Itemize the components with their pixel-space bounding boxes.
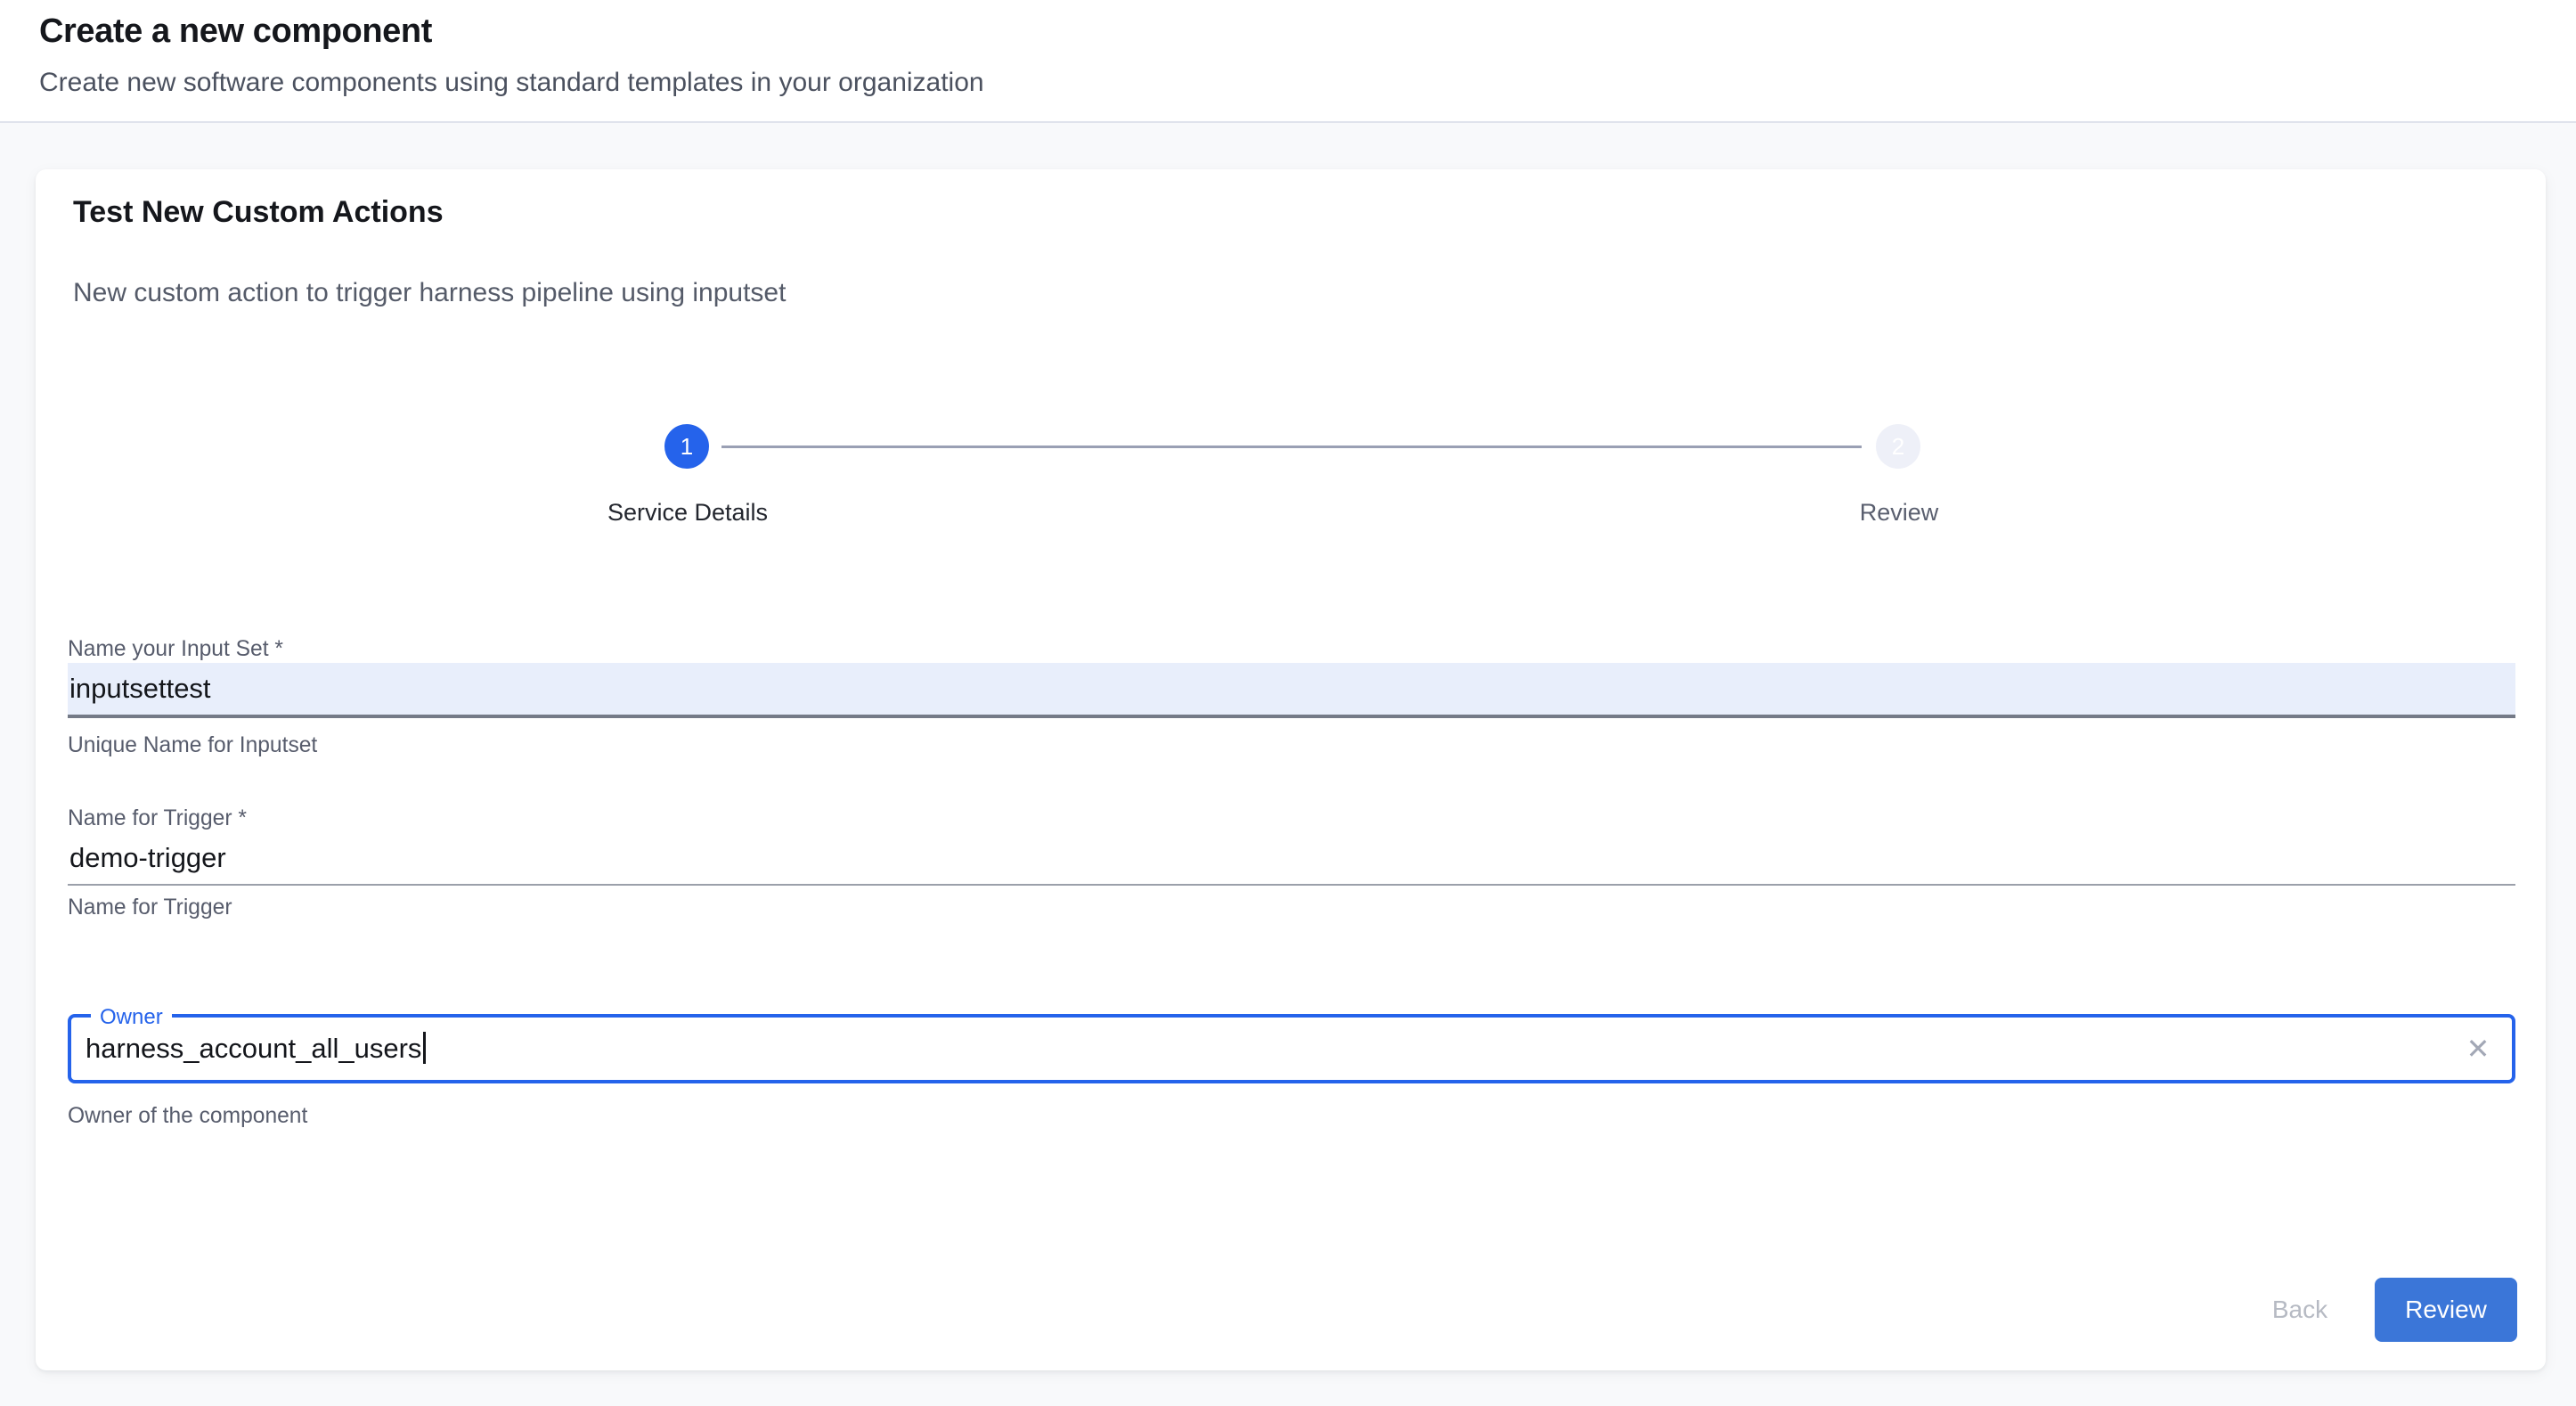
stepper-step-2-number: 2 xyxy=(1892,433,1904,461)
page-title: Create a new component xyxy=(39,7,432,55)
trigger-name-helper: Name for Trigger xyxy=(68,893,232,923)
create-component-page: Create a new component Create new softwa… xyxy=(0,0,2576,1406)
inputset-name-value: inputsettest xyxy=(68,663,2515,715)
stepper-step-1-label: Service Details xyxy=(492,495,884,529)
inputset-name-label: Name your Input Set * xyxy=(68,634,283,665)
owner-label: Owner xyxy=(91,1003,172,1032)
trigger-name-input[interactable]: demo-trigger xyxy=(68,832,2515,886)
wizard-subtitle: New custom action to trigger harness pip… xyxy=(73,274,786,312)
trigger-name-label: Name for Trigger * xyxy=(68,804,247,834)
stepper-connector-line xyxy=(721,446,1862,448)
page-header: Create a new component Create new softwa… xyxy=(0,0,2576,123)
review-button[interactable]: Review xyxy=(2375,1278,2517,1342)
trigger-name-value: demo-trigger xyxy=(68,832,2515,884)
inputset-name-helper: Unique Name for Inputset xyxy=(68,731,317,761)
stepper-step-1-number: 1 xyxy=(681,433,693,461)
template-wizard-card: Test New Custom Actions New custom actio… xyxy=(36,169,2546,1370)
wizard-title: Test New Custom Actions xyxy=(73,191,444,233)
stepper-step-2-circle: 2 xyxy=(1876,424,1920,469)
owner-helper: Owner of the component xyxy=(68,1101,307,1132)
text-cursor xyxy=(423,1032,426,1064)
back-button[interactable]: Back xyxy=(2238,1278,2362,1342)
clear-icon[interactable]: ✕ xyxy=(2451,1018,2505,1080)
owner-input[interactable]: Owner harness_account_all_users ✕ xyxy=(68,1014,2515,1083)
stepper-step-2-label: Review xyxy=(1703,495,2095,529)
inputset-name-input[interactable]: inputsettest xyxy=(68,663,2515,718)
page-subtitle: Create new software components using sta… xyxy=(39,64,984,102)
stepper-step-1-circle: 1 xyxy=(664,424,709,469)
